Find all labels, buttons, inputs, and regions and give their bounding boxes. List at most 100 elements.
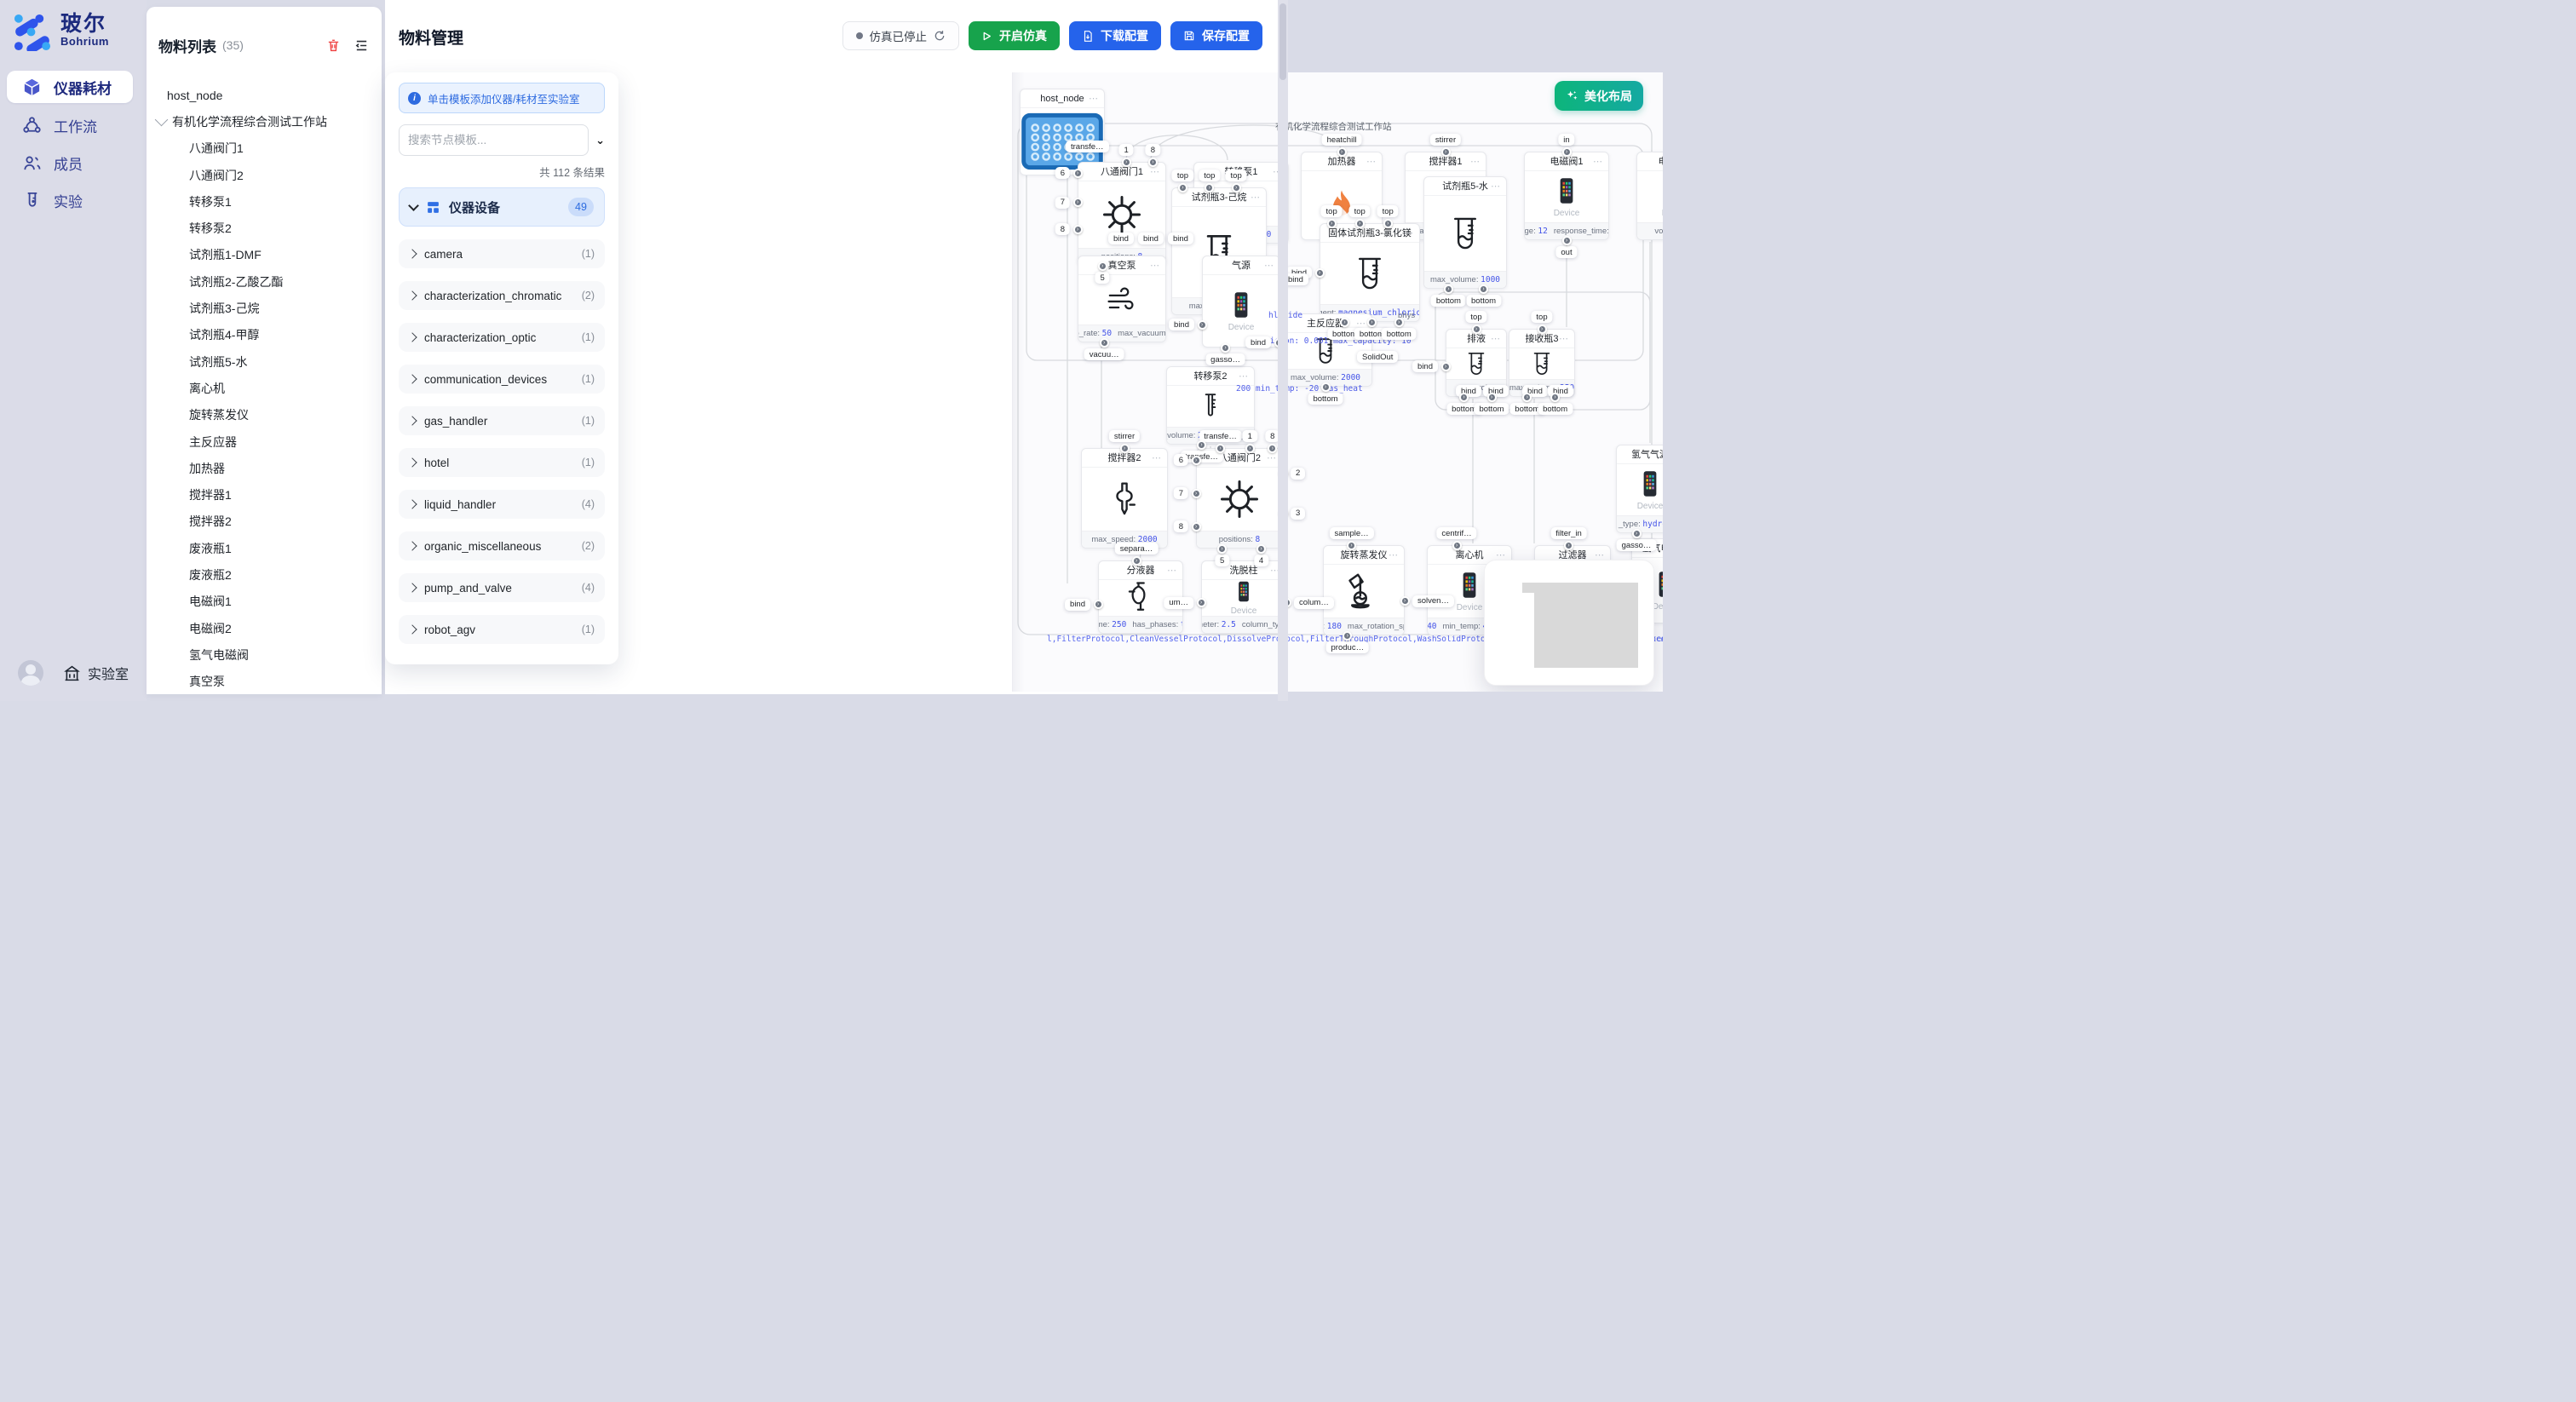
search-input[interactable] <box>399 124 589 156</box>
port-connector[interactable]: › <box>1205 183 1214 192</box>
trash-icon[interactable] <box>326 37 341 53</box>
port-label[interactable]: bind <box>1168 233 1193 244</box>
port-connector[interactable]: › <box>1216 444 1225 453</box>
port-label[interactable]: 5 <box>1095 272 1109 284</box>
tree-item[interactable]: 氢气电磁阀 <box>147 641 382 668</box>
tree-item[interactable]: 旋转蒸发仪 <box>147 402 382 428</box>
port-connector[interactable]: › <box>1178 183 1187 192</box>
port-label[interactable]: 8 <box>1055 223 1070 235</box>
template-item-hotel[interactable]: hotel(1) <box>399 448 605 477</box>
port-connector[interactable]: › <box>1232 183 1241 192</box>
port-connector[interactable]: › <box>1394 318 1404 327</box>
tree-item[interactable]: 转移泵1 <box>147 188 382 215</box>
node-menu-icon[interactable]: ⋯ <box>1404 224 1414 243</box>
tree-item[interactable]: 搅拌器2 <box>147 509 382 535</box>
port-connector[interactable]: › <box>1315 268 1325 278</box>
node-menu-icon[interactable]: ⋯ <box>1264 256 1274 275</box>
graph-node[interactable]: 洗脱柱⋯Devicediameter: 2.5column_type: si <box>1201 560 1286 634</box>
port-label[interactable]: 5 <box>1215 554 1229 566</box>
template-item-liquid_handler[interactable]: liquid_handler(4) <box>399 490 605 519</box>
port-label[interactable]: out <box>1555 246 1577 258</box>
port-label[interactable]: vacuu… <box>1084 348 1124 360</box>
port-connector[interactable]: › <box>1245 444 1255 453</box>
node-menu-icon[interactable]: ⋯ <box>1491 177 1501 196</box>
tree-item-root[interactable]: host_node <box>147 82 382 108</box>
tree-item[interactable]: 搅拌器1 <box>147 481 382 508</box>
port-connector[interactable]: › <box>1192 489 1201 498</box>
port-connector[interactable]: › <box>1217 544 1227 554</box>
port-connector[interactable]: › <box>1337 147 1347 157</box>
sidebar-item-experiments[interactable]: 实验 <box>7 184 133 216</box>
port-label[interactable]: 7 <box>1174 487 1188 499</box>
port-connector[interactable]: › <box>1479 284 1488 294</box>
port-label[interactable]: bottom <box>1382 328 1417 340</box>
port-connector[interactable]: › <box>1459 393 1469 402</box>
node-menu-icon[interactable]: ⋯ <box>1239 367 1249 386</box>
port-connector[interactable]: › <box>1122 158 1131 167</box>
port-connector[interactable]: › <box>1522 393 1532 402</box>
save-config-button[interactable]: 保存配置 <box>1170 21 1262 50</box>
port-label[interactable]: top <box>1465 311 1486 323</box>
port-connector[interactable]: › <box>1132 556 1141 566</box>
port-connector[interactable]: › <box>1120 444 1130 453</box>
node-menu-icon[interactable]: ⋯ <box>1089 89 1099 108</box>
port-label[interactable]: 8 <box>1146 144 1160 156</box>
minimap[interactable] <box>1484 560 1654 686</box>
node-menu-icon[interactable]: ⋯ <box>1366 152 1377 171</box>
port-label[interactable]: gasso… <box>1617 539 1657 551</box>
port-connector[interactable]: › <box>1340 318 1349 327</box>
graph-canvas[interactable]: 有机化学流程综合测试工作站 host_no... host_node⋯八通阀门1… <box>1012 72 1663 692</box>
port-label[interactable]: 4 <box>1254 554 1268 566</box>
graph-node[interactable]: 固体试剂瓶3-氯化镁⋯agent: magnesium_chloride <box>1320 223 1420 322</box>
node-menu-icon[interactable]: ⋯ <box>1559 330 1569 348</box>
port-label[interactable]: bind <box>1245 336 1271 348</box>
scrollbar-thumb[interactable] <box>1279 3 1286 80</box>
tree-item[interactable]: 试剂瓶3-己烷 <box>147 295 382 321</box>
sim-status-pill[interactable]: 仿真已停止 <box>842 21 960 50</box>
port-connector[interactable]: › <box>1192 456 1201 465</box>
lab-entry[interactable]: 实验室 <box>63 663 129 683</box>
port-label[interactable]: 1 <box>1119 144 1134 156</box>
port-label[interactable]: 6 <box>1055 167 1070 179</box>
port-connector[interactable]: › <box>1073 225 1083 234</box>
beautify-layout-button[interactable]: 美化布局 <box>1555 81 1643 111</box>
port-connector[interactable]: › <box>1221 343 1230 353</box>
sidebar-item-workflow[interactable]: 工作流 <box>7 109 133 141</box>
port-label[interactable]: bind <box>1138 233 1164 244</box>
port-connector[interactable]: › <box>1198 320 1207 330</box>
tree-item[interactable]: 主反应器 <box>147 428 382 455</box>
graph-node[interactable]: 试剂瓶5-水⋯max_volume: 1000 <box>1423 176 1507 289</box>
graph-node[interactable]: 氢气气源⋯Device_type: hydrogen <box>1616 445 1663 533</box>
port-label[interactable]: gasso… <box>1205 353 1245 365</box>
scrollbar[interactable] <box>1278 0 1288 701</box>
port-connector[interactable]: › <box>1444 284 1453 294</box>
port-connector[interactable]: › <box>1268 444 1277 453</box>
port-label[interactable]: bottom <box>1308 393 1343 405</box>
graph-node[interactable]: 八通阀门1⋯positions: 8 <box>1078 162 1166 266</box>
port-label[interactable]: transfe… <box>1199 430 1242 442</box>
port-label[interactable]: colum… <box>1294 597 1334 609</box>
tree-item[interactable]: 试剂瓶4-甲醇 <box>147 322 382 348</box>
tree-item[interactable]: 八通阀门1 <box>147 135 382 162</box>
graph-node[interactable]: 八通阀门2⋯positions: 8 <box>1196 448 1283 549</box>
node-menu-icon[interactable]: ⋯ <box>1491 330 1501 348</box>
port-connector[interactable]: › <box>1256 544 1266 554</box>
node-menu-icon[interactable]: ⋯ <box>1150 256 1160 275</box>
port-label[interactable]: filter_in <box>1550 527 1587 539</box>
graph-node[interactable]: 搅拌器2⋯max_speed: 2000 <box>1081 448 1168 549</box>
port-connector[interactable]: › <box>1562 147 1572 157</box>
download-config-button[interactable]: 下载配置 <box>1069 21 1161 50</box>
start-sim-button[interactable]: 开启仿真 <box>969 21 1060 50</box>
port-label[interactable]: top <box>1199 170 1220 181</box>
tree-item[interactable]: 八通阀门2 <box>147 162 382 188</box>
port-connector[interactable]: › <box>1347 541 1356 550</box>
port-label[interactable]: top <box>1226 170 1247 181</box>
node-menu-icon[interactable]: ⋯ <box>1167 561 1177 580</box>
tree-item[interactable]: 试剂瓶2-乙酸乙酯 <box>147 268 382 295</box>
port-connector[interactable]: › <box>1094 600 1103 609</box>
port-connector[interactable]: › <box>1441 362 1451 371</box>
port-connector[interactable]: › <box>1550 393 1560 402</box>
tree-item[interactable]: 废液瓶1 <box>147 535 382 561</box>
port-connector[interactable]: › <box>1562 236 1572 245</box>
port-connector[interactable]: › <box>1538 325 1547 334</box>
